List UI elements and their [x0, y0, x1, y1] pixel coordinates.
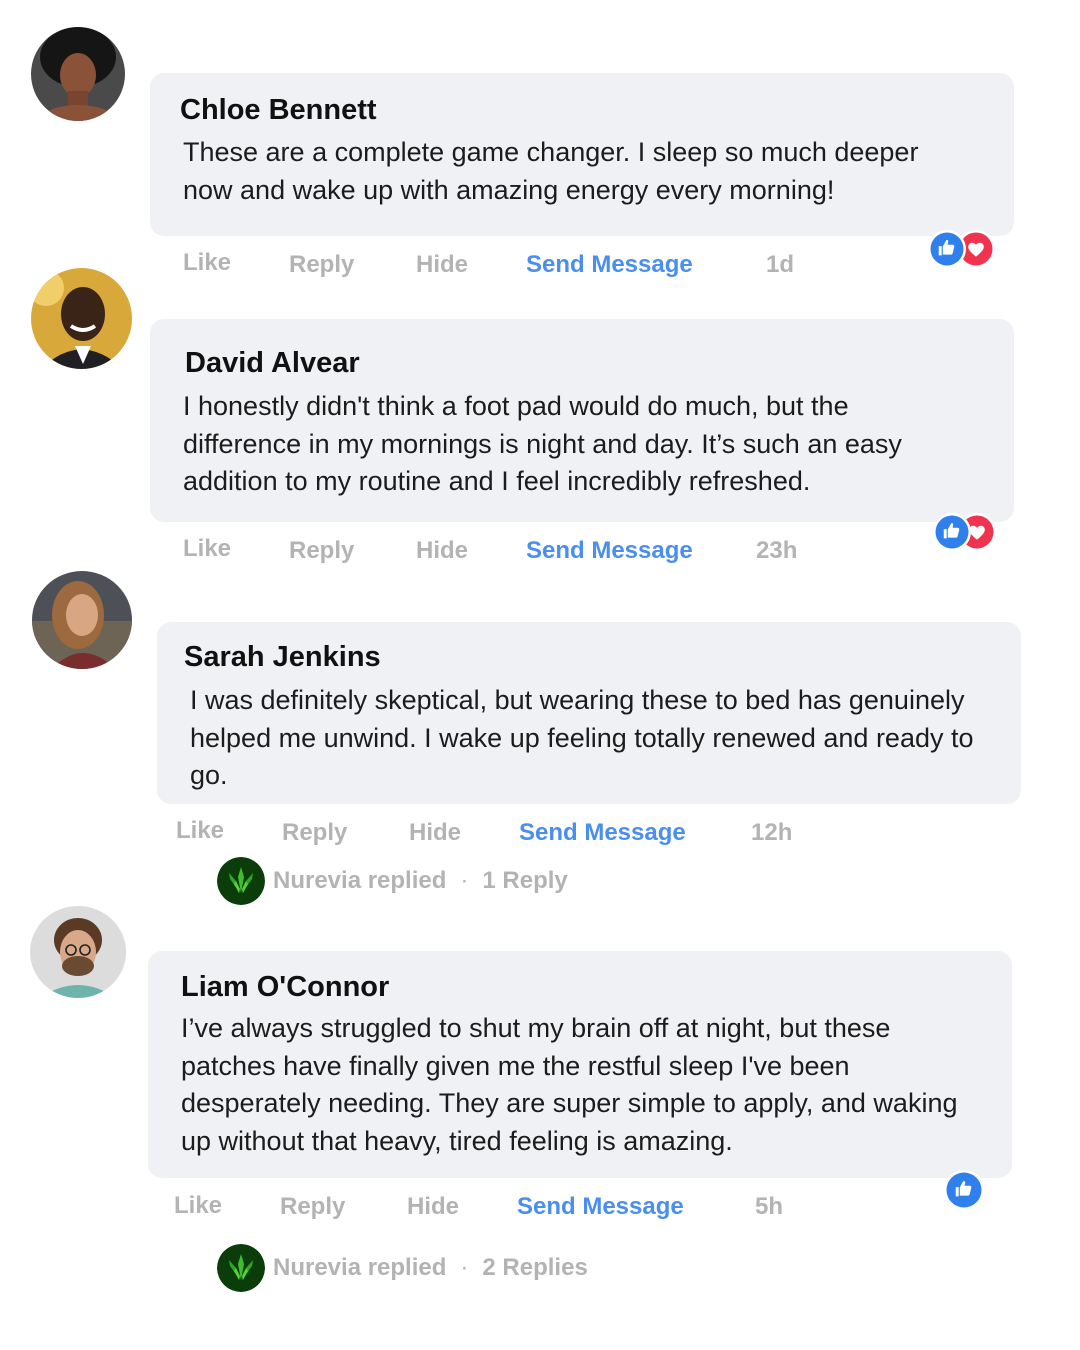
timestamp: 23h: [756, 537, 798, 564]
replies-link[interactable]: Nurevia replied · 2 Replies: [217, 1244, 588, 1292]
send-message-button[interactable]: Send Message: [526, 537, 693, 565]
like-icon: [944, 1170, 984, 1210]
nurevia-logo-icon: [217, 857, 265, 905]
comment-author[interactable]: Sarah Jenkins: [184, 641, 381, 674]
comment-text: These are a complete game changer. I sle…: [183, 137, 919, 205]
reactions[interactable]: [926, 228, 998, 272]
replied-label: Nurevia replied: [273, 1254, 447, 1281]
send-message-button[interactable]: Send Message: [526, 251, 693, 279]
reactions[interactable]: [942, 1168, 986, 1212]
comment-author[interactable]: Chloe Bennett: [180, 94, 377, 127]
hide-button[interactable]: Hide: [416, 251, 468, 279]
separator-dot: ·: [460, 1254, 469, 1281]
like-button[interactable]: Like: [174, 1192, 222, 1220]
reactions[interactable]: [931, 511, 1003, 555]
separator-dot: ·: [460, 867, 469, 894]
avatar-liam[interactable]: [30, 906, 126, 998]
timestamp: 5h: [755, 1193, 784, 1220]
comment-text: I was definitely skeptical, but wearing …: [190, 685, 974, 790]
reply-button[interactable]: Reply: [282, 819, 347, 847]
timestamp: 12h: [751, 819, 793, 846]
reply-count[interactable]: 2 Replies: [482, 1254, 587, 1282]
like-icon: [928, 230, 966, 268]
comment-text: I honestly didn't think a foot pad would…: [183, 391, 902, 496]
hide-button[interactable]: Hide: [409, 819, 461, 847]
timestamp: 1d: [766, 251, 795, 278]
avatar-sarah[interactable]: [32, 571, 132, 669]
like-button[interactable]: Like: [176, 817, 224, 845]
comment-author[interactable]: Liam O'Connor: [181, 971, 389, 1004]
reply-button[interactable]: Reply: [289, 251, 354, 279]
comment-text: I’ve always struggled to shut my brain o…: [181, 1013, 958, 1156]
replied-label: Nurevia replied: [273, 867, 447, 894]
reply-count[interactable]: 1 Reply: [482, 867, 567, 895]
comment-author[interactable]: David Alvear: [185, 347, 360, 380]
reply-button[interactable]: Reply: [289, 537, 354, 565]
avatar-david[interactable]: [31, 268, 132, 369]
avatar-chloe[interactable]: [31, 27, 125, 121]
replies-link[interactable]: Nurevia replied · 1 Reply: [217, 857, 568, 905]
reply-button[interactable]: Reply: [280, 1193, 345, 1221]
hide-button[interactable]: Hide: [407, 1193, 459, 1221]
like-button[interactable]: Like: [183, 535, 231, 563]
send-message-button[interactable]: Send Message: [517, 1193, 684, 1221]
like-icon: [933, 513, 971, 551]
send-message-button[interactable]: Send Message: [519, 819, 686, 847]
hide-button[interactable]: Hide: [416, 537, 468, 565]
like-button[interactable]: Like: [183, 249, 231, 277]
nurevia-logo-icon: [217, 1244, 265, 1292]
